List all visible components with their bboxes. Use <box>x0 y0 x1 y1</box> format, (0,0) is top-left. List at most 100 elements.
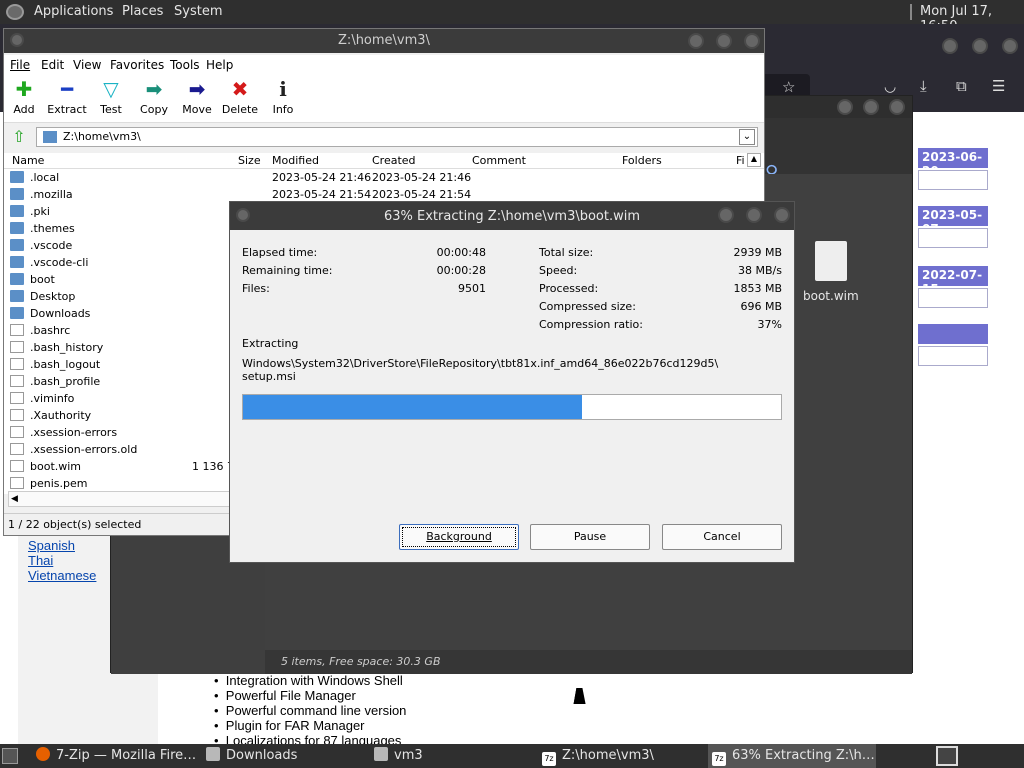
delete-button[interactable]: ✖ Delete <box>217 77 263 116</box>
col-files[interactable]: Fi <box>736 154 745 167</box>
ff-minimize-button[interactable] <box>942 38 958 54</box>
pause-button[interactable]: Pause <box>530 524 650 550</box>
address-bar: ⇧ Z:\home\vm3\ ⌄ <box>4 123 764 151</box>
folder-icon <box>10 205 24 217</box>
lang-link-thai[interactable]: Thai <box>28 553 53 568</box>
menu-help[interactable]: Help <box>206 58 233 72</box>
menu-places[interactable]: Places <box>122 4 163 19</box>
chevron-down-icon[interactable]: ⌄ <box>739 129 755 145</box>
task-firefox[interactable]: 7-Zip — Mozilla Fire… <box>36 744 200 768</box>
feature-item: • Powerful File Manager <box>214 688 356 703</box>
release-date-header: 2023-06-20 <box>918 148 988 178</box>
file-row[interactable]: .local 2023-05-24 21:46 2023-05-24 21:46 <box>4 169 764 186</box>
folder-icon <box>374 747 388 761</box>
gnome-foot-icon[interactable] <box>6 4 24 20</box>
extract-button[interactable]: ━ Extract <box>44 77 90 116</box>
workspace-switcher[interactable] <box>936 746 958 766</box>
col-created[interactable]: Created <box>372 154 416 167</box>
menu-favorites[interactable]: Favorites <box>110 58 164 72</box>
dlg-close-button[interactable] <box>774 207 790 223</box>
bookmark-star-icon[interactable]: ☆ <box>782 78 795 96</box>
release-date-header <box>918 324 988 344</box>
file-name: .pki <box>30 205 50 218</box>
copy-button[interactable]: ➡ Copy <box>131 77 177 116</box>
fm-minimize-button[interactable] <box>837 99 853 115</box>
menu-system[interactable]: System <box>174 4 222 19</box>
fm-maximize-button[interactable] <box>863 99 879 115</box>
col-folders[interactable]: Folders <box>622 154 662 167</box>
lang-link-vietnamese[interactable]: Vietnamese <box>28 568 96 583</box>
sevenzip-menubar: File Edit View Favorites Tools Help <box>4 55 764 75</box>
dlg-maximize-button[interactable] <box>746 207 762 223</box>
show-desktop-icon[interactable] <box>2 748 18 764</box>
dlg-minimize-button[interactable] <box>718 207 734 223</box>
file-icon <box>10 443 24 455</box>
menu-file[interactable]: File <box>10 58 30 72</box>
folder-icon <box>10 222 24 234</box>
zm-minimize-button[interactable] <box>688 33 704 49</box>
file-name: boot.wim <box>30 460 82 473</box>
progress-bar <box>242 394 782 420</box>
file-name: penis.pem <box>30 477 88 490</box>
file-icon <box>10 358 24 370</box>
background-button[interactable]: Background <box>399 524 519 550</box>
hscrollbar[interactable]: ◀ <box>8 491 232 507</box>
fm-file-label[interactable]: boot.wim <box>803 289 859 303</box>
current-file: setup.msi <box>242 370 296 383</box>
elapsed-value: 00:00:48 <box>436 246 486 259</box>
zm-maximize-button[interactable] <box>716 33 732 49</box>
zm-close-button[interactable] <box>744 33 760 49</box>
zm-pin-button[interactable] <box>10 33 24 47</box>
release-date-row <box>918 170 988 190</box>
lang-link-spanish[interactable]: Spanish <box>28 538 75 553</box>
action-label: Extracting <box>242 337 299 350</box>
dlg-pin-button[interactable] <box>236 208 250 222</box>
task-7zip-progress[interactable]: 7z 63% Extracting Z:\h… <box>708 744 876 768</box>
column-header: Name Size Modified Created Comment Folde… <box>4 153 764 169</box>
menu-view[interactable]: View <box>73 58 101 72</box>
file-icon <box>10 341 24 353</box>
col-modified[interactable]: Modified <box>272 154 319 167</box>
cancel-button[interactable]: Cancel <box>662 524 782 550</box>
address-input[interactable]: Z:\home\vm3\ ⌄ <box>36 127 758 147</box>
file-name: .mozilla <box>30 188 73 201</box>
pocket-icon[interactable]: ◡ <box>884 79 896 95</box>
up-folder-button[interactable]: ⇧ <box>10 128 28 146</box>
ff-maximize-button[interactable] <box>972 38 988 54</box>
ff-close-button[interactable] <box>1002 38 1018 54</box>
task-vm3[interactable]: vm3 <box>374 744 538 768</box>
panel-separator <box>910 4 912 20</box>
add-button[interactable]: ✚ Add <box>1 77 47 116</box>
feature-item: • Powerful command line version <box>214 703 407 718</box>
processed-value: 1853 MB <box>733 282 782 295</box>
menu-tools[interactable]: Tools <box>170 58 200 72</box>
release-date-row <box>918 288 988 308</box>
menu-applications[interactable]: Applications <box>34 4 113 19</box>
7zip-icon: 7z <box>712 752 726 766</box>
test-button[interactable]: ▽ Test <box>88 77 134 116</box>
info-button[interactable]: i Info <box>260 77 306 116</box>
folder-icon <box>10 256 24 268</box>
fm-close-button[interactable] <box>889 99 905 115</box>
task-7zip-main[interactable]: 7z Z:\home\vm3\ <box>542 744 706 768</box>
move-button[interactable]: ➡ Move <box>174 77 220 116</box>
sevenzip-title: Z:\home\vm3\ <box>338 33 430 48</box>
bottom-panel: 7-Zip — Mozilla Fire… Downloads vm3 7z Z:… <box>0 744 1024 768</box>
total-size-label: Total size: <box>539 246 594 259</box>
extensions-icon[interactable]: ⧉ <box>956 77 967 95</box>
file-name: Downloads <box>30 307 91 320</box>
col-size[interactable]: Size <box>238 154 261 167</box>
file-name: .vscode <box>30 239 73 252</box>
scroll-up-button[interactable]: ▲ <box>747 153 761 167</box>
sevenzip-toolbar: ✚ Add ━ Extract ▽ Test ➡ Copy ➡ Move ✖ Delete … <box>4 75 764 123</box>
file-name: boot <box>30 273 55 286</box>
file-name: .xsession-errors <box>30 426 118 439</box>
file-icon[interactable] <box>815 241 847 281</box>
col-comment[interactable]: Comment <box>472 154 526 167</box>
menu-edit[interactable]: Edit <box>41 58 64 72</box>
speed-label: Speed: <box>539 264 578 277</box>
task-downloads[interactable]: Downloads <box>206 744 370 768</box>
hamburger-menu-icon[interactable]: ☰ <box>992 77 1005 95</box>
download-icon[interactable]: ⤓ <box>920 77 927 95</box>
col-name[interactable]: Name <box>12 154 44 167</box>
